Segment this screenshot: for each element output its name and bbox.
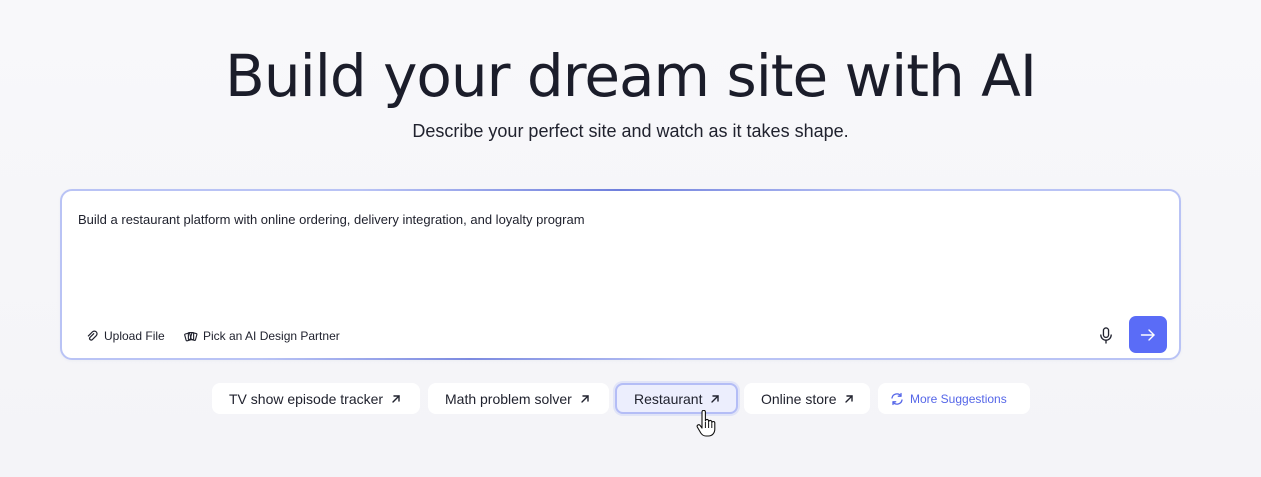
hand-cursor-icon: [696, 410, 716, 437]
more-suggestions-label: More Suggestions: [910, 391, 1007, 406]
suggestion-chip-label: TV show episode tracker: [229, 390, 384, 407]
suggestion-chip-label: Math problem solver: [445, 390, 572, 407]
page-subtitle: Describe your perfect site and watch as …: [412, 121, 849, 141]
upload-file-label: Upload File: [104, 329, 165, 343]
arrow-up-right-icon: [391, 394, 401, 404]
send-button[interactable]: [1129, 316, 1167, 353]
microphone-icon: [1100, 326, 1112, 344]
more-suggestions-button[interactable]: More Suggestions: [878, 383, 1030, 414]
paperclip-icon: [87, 329, 98, 341]
microphone-button[interactable]: [1095, 324, 1117, 346]
cards-icon: [184, 331, 198, 341]
suggestion-chips: TV show episode tracker Math problem sol…: [0, 383, 1261, 415]
arrow-up-right-icon: [710, 394, 720, 404]
suggestion-chip-restaurant[interactable]: Restaurant: [615, 383, 738, 414]
suggestion-chip-online-store[interactable]: Online store: [744, 383, 870, 414]
arrow-up-right-icon: [580, 394, 590, 404]
page-title: Build your dream site with AI: [225, 42, 1037, 110]
suggestion-chip-tv-show-episode-tracker[interactable]: TV show episode tracker: [212, 383, 420, 414]
pick-ai-design-partner-button[interactable]: Pick an AI Design Partner: [184, 326, 340, 346]
suggestion-chip-math-problem-solver[interactable]: Math problem solver: [428, 383, 609, 414]
refresh-icon: [891, 392, 903, 405]
suggestion-chip-label: Restaurant: [634, 390, 703, 407]
prompt-input[interactable]: Build a restaurant platform with online …: [78, 211, 1163, 229]
pick-ai-design-partner-label: Pick an AI Design Partner: [203, 329, 340, 343]
upload-file-button[interactable]: Upload File: [86, 326, 165, 346]
suggestion-chip-label: Online store: [761, 390, 837, 407]
prompt-box[interactable]: Build a restaurant platform with online …: [60, 189, 1181, 360]
arrow-right-icon: [1140, 328, 1155, 341]
arrow-up-right-icon: [844, 394, 854, 404]
